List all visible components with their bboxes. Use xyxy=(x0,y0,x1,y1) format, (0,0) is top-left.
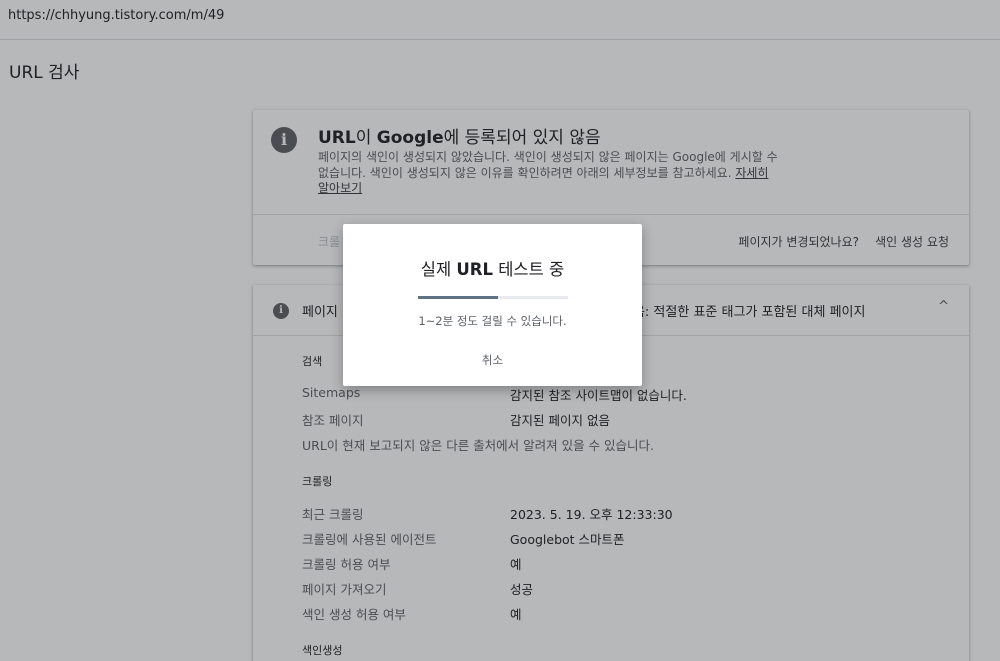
dialog-subtitle: 1~2분 정도 걸릴 수 있습니다. xyxy=(418,314,567,328)
dialog-title: 실제 URL 테스트 중 xyxy=(420,260,565,279)
live-test-dialog: 실제 URL 테스트 중 1~2분 정도 걸릴 수 있습니다. 취소 xyxy=(343,224,642,386)
progress-bar xyxy=(418,296,568,299)
cancel-button[interactable]: 취소 xyxy=(343,352,642,368)
progress-bar-fill xyxy=(418,296,498,299)
